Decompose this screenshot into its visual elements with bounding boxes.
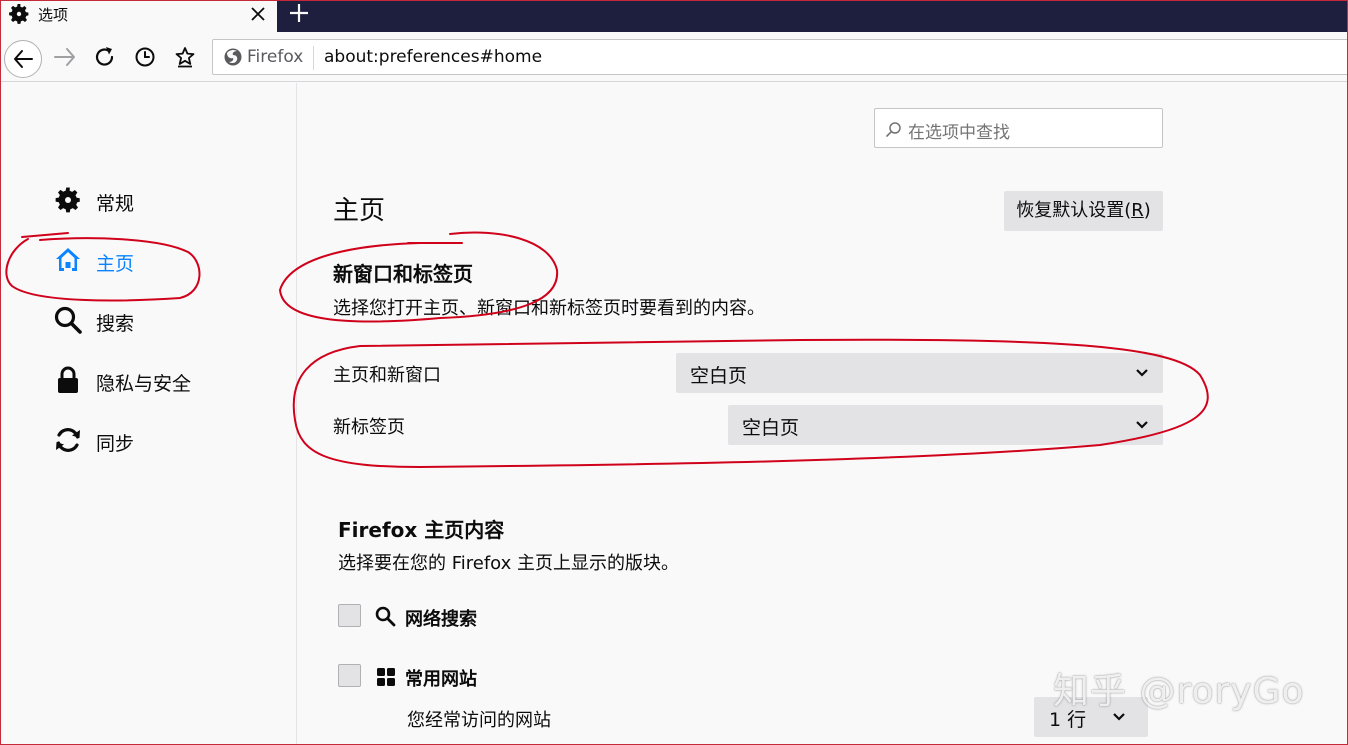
new-windows-heading: 新窗口和标签页	[333, 262, 473, 286]
sidebar-item-general[interactable]: 常规	[53, 183, 273, 219]
grid-icon	[377, 668, 395, 686]
chevron-down-icon	[1136, 421, 1148, 429]
web-search-label: 网络搜索	[405, 609, 477, 630]
chevron-down-icon	[1136, 369, 1148, 377]
home-content-heading: Firefox 主页内容	[338, 518, 505, 542]
top-sites-description: 您经常访问的网站	[407, 710, 551, 731]
gear-icon	[9, 4, 29, 24]
sidebar-item-label: 常规	[96, 193, 135, 215]
reload-button[interactable]	[92, 44, 118, 70]
home-icon	[56, 248, 80, 271]
sidebar-item-label: 隐私与安全	[96, 373, 192, 395]
home-content-description: 选择要在您的 Firefox 主页上显示的版块。	[338, 553, 680, 574]
newtab-select[interactable]: 空白页	[728, 405, 1163, 445]
homepage-select[interactable]: 空白页	[676, 353, 1163, 393]
navigation-toolbar: Firefox about:preferences#home	[1, 32, 1348, 82]
search-placeholder: 在选项中查找	[908, 123, 1010, 143]
new-tab-icon[interactable]	[286, 0, 312, 26]
close-icon[interactable]	[247, 3, 269, 25]
identity-label: Firefox	[247, 47, 304, 67]
newtab-label: 新标签页	[333, 417, 405, 438]
tab-strip: 选项	[0, 0, 1348, 32]
new-windows-description: 选择您打开主页、新窗口和新标签页时要看到的内容。	[333, 298, 765, 319]
tab-options[interactable]: 选项	[1, 0, 277, 32]
top-sites-checkbox[interactable]	[338, 664, 361, 687]
web-search-checkbox[interactable]	[338, 604, 361, 627]
categories-sidebar: 常规 主页 搜索 隐私与安全 同步	[1, 83, 297, 745]
search-icon	[375, 606, 396, 627]
sidebar-item-label: 主页	[96, 253, 135, 275]
homepage-label: 主页和新窗口	[333, 365, 441, 386]
restore-label-tail: )	[1143, 200, 1151, 221]
gear-icon	[55, 187, 80, 213]
search-icon	[886, 122, 901, 137]
tab-title: 选项	[38, 6, 69, 24]
history-clock-icon[interactable]	[132, 44, 158, 70]
top-sites-label: 常用网站	[405, 669, 477, 690]
lock-icon	[58, 366, 78, 393]
sync-icon	[56, 428, 80, 452]
arrow-left-icon	[14, 50, 33, 68]
newtab-value: 空白页	[742, 417, 800, 439]
preferences-search-input[interactable]: 在选项中查找	[874, 108, 1163, 148]
sidebar-item-home[interactable]: 主页	[53, 243, 273, 279]
sidebar-item-sync[interactable]: 同步	[53, 423, 273, 459]
sidebar-item-label: 同步	[96, 433, 135, 455]
back-button[interactable]	[4, 40, 42, 78]
watermark: 知乎 @roryGo	[1053, 671, 1305, 712]
sidebar-item-search[interactable]: 搜索	[53, 303, 273, 339]
url-text[interactable]: about:preferences#home	[324, 47, 542, 67]
homepage-value: 空白页	[690, 365, 748, 387]
firefox-icon	[224, 48, 242, 66]
restore-defaults-button[interactable]: 恢复默认设置(R)	[1004, 191, 1163, 231]
page-title: 主页	[333, 196, 386, 226]
sidebar-item-label: 搜索	[96, 313, 135, 335]
forward-button[interactable]	[52, 44, 78, 70]
search-icon	[54, 306, 82, 334]
url-bar[interactable]: Firefox about:preferences#home	[212, 39, 1348, 75]
restore-accesskey: R	[1131, 200, 1144, 221]
url-divider	[313, 46, 314, 70]
sidebar-item-privacy[interactable]: 隐私与安全	[53, 363, 273, 399]
bookmark-star-icon[interactable]	[172, 44, 198, 70]
restore-label: 恢复默认设置(	[1016, 200, 1132, 221]
